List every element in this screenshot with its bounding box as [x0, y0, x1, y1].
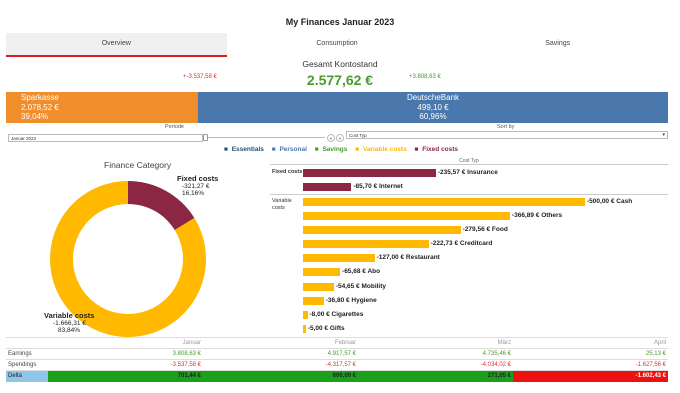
table-cell: 600,00 € — [203, 370, 358, 382]
cost-bar-label: -222,73 € Creditcard — [430, 240, 493, 247]
month-header: März — [358, 337, 513, 349]
month-header: Februar — [203, 337, 358, 349]
monthly-table: Januar Februar März April Earnings 3.808… — [6, 337, 668, 382]
cost-bar[interactable] — [303, 325, 306, 333]
row-label: Earnings — [6, 348, 48, 360]
cost-bar-label: -5,00 € Gifts — [307, 325, 345, 332]
cost-bar-label: -235,57 € Insurance — [437, 169, 498, 176]
cost-bar[interactable] — [303, 268, 341, 276]
table-cell: 701,44 € — [48, 370, 203, 382]
cost-bar[interactable] — [303, 183, 352, 191]
cost-bar-label: -65,68 € Abo — [342, 268, 381, 275]
cost-bar-label: -8,00 € Cigarettes — [309, 311, 364, 318]
cost-bar[interactable] — [303, 297, 324, 305]
table-cell: -4.317,57 € — [203, 359, 358, 371]
table-row: Earnings 3.808,63 € 4.917,57 € 4.735,46 … — [6, 348, 668, 360]
cost-bar[interactable] — [303, 283, 334, 291]
row-label: Spendings — [6, 359, 48, 371]
cost-bar-label: -279,56 € Food — [462, 226, 508, 233]
cost-bar[interactable] — [303, 212, 510, 220]
cost-bar[interactable] — [303, 240, 429, 248]
table-cell: 4.735,46 € — [358, 348, 513, 360]
table-row-delta: Delta 701,44 € 600,00 € 271,05 € -1.602,… — [6, 370, 668, 382]
cost-bar-label: -366,89 € Others — [511, 212, 563, 219]
cost-bar-label: -36,80 € Hygiene — [325, 297, 377, 304]
table-cell: -3.537,58 € — [48, 359, 203, 371]
cost-bar[interactable] — [303, 169, 436, 177]
table-row: Spendings -3.537,58 € -4.317,57 € -4.034… — [6, 359, 668, 371]
table-cell: 25,13 € — [513, 348, 668, 360]
table-cell: 271,05 € — [358, 370, 513, 382]
cost-bar-label: -85,70 € Internet — [353, 183, 403, 190]
month-header: Januar — [48, 337, 203, 349]
row-label: Delta — [6, 370, 48, 382]
cost-bar-label: -127,00 € Restaurant — [376, 254, 440, 261]
table-cell: 4.917,57 € — [203, 348, 358, 360]
cost-bar[interactable] — [303, 226, 461, 234]
table-cell: -4.034,02 € — [358, 359, 513, 371]
table-cell: -1.627,56 € — [513, 359, 668, 371]
cost-bar-label: -54,65 € Mobility — [335, 283, 387, 290]
month-header: April — [513, 337, 668, 349]
cost-bar[interactable] — [303, 198, 585, 206]
table-header-row: Januar Februar März April — [6, 337, 668, 349]
table-cell: 3.808,63 € — [48, 348, 203, 360]
table-cell: -1.602,43 € — [513, 370, 668, 382]
cost-bar[interactable] — [303, 311, 308, 319]
cost-bar[interactable] — [303, 254, 375, 262]
cost-bars: -235,57 € Insurance -85,70 € Internet -500… — [0, 0, 680, 393]
cost-bar-label: -500,00 € Cash — [587, 198, 633, 205]
